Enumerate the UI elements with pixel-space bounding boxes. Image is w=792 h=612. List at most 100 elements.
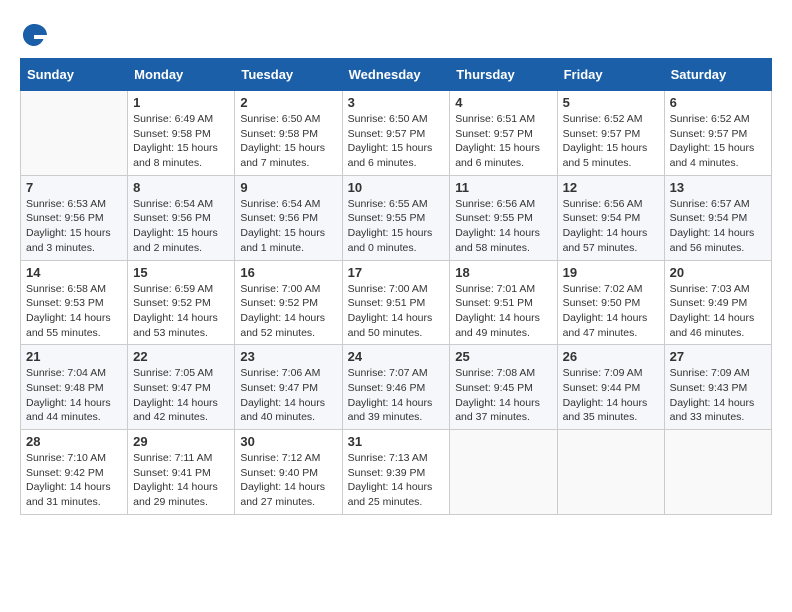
day-info: Sunrise: 6:55 AM Sunset: 9:55 PM Dayligh… — [348, 197, 445, 256]
day-info: Sunrise: 7:03 AM Sunset: 9:49 PM Dayligh… — [670, 282, 766, 341]
day-info: Sunrise: 6:56 AM Sunset: 9:54 PM Dayligh… — [563, 197, 659, 256]
day-info: Sunrise: 7:01 AM Sunset: 9:51 PM Dayligh… — [455, 282, 551, 341]
day-info: Sunrise: 6:50 AM Sunset: 9:57 PM Dayligh… — [348, 112, 445, 171]
calendar-cell: 9 Sunrise: 6:54 AM Sunset: 9:56 PM Daylig… — [235, 175, 342, 260]
day-info: Sunrise: 7:10 AM Sunset: 9:42 PM Dayligh… — [26, 451, 122, 510]
day-number: 19 — [563, 265, 659, 280]
calendar-week-row: 14Sunrise: 6:58 AM Sunset: 9:53 PM Dayli… — [21, 260, 772, 345]
calendar-cell: 28 Sunrise: 7:10 AM Sunset: 9:42 PM Dayli… — [21, 430, 128, 515]
calendar-week-row: 21 Sunrise: 7:04 AM Sunset: 9:48 PM Dayli… — [21, 345, 772, 430]
calendar-cell: 26 Sunrise: 7:09 AM Sunset: 9:44 PM Dayli… — [557, 345, 664, 430]
calendar-cell: 18 Sunrise: 7:01 AM Sunset: 9:51 PM Dayli… — [450, 260, 557, 345]
calendar-cell: 15 Sunrise: 6:59 AM Sunset: 9:52 PM Dayli… — [128, 260, 235, 345]
calendar-week-row: 1 Sunrise: 6:49 AM Sunset: 9:58 PM Daylig… — [21, 91, 772, 176]
day-number: 7 — [26, 180, 122, 195]
calendar-cell: 23 Sunrise: 7:06 AM Sunset: 9:47 PM Dayli… — [235, 345, 342, 430]
day-number: 28 — [26, 434, 122, 449]
day-number: 9 — [240, 180, 336, 195]
calendar-cell — [664, 430, 771, 515]
day-number: 8 — [133, 180, 229, 195]
day-info: Sunrise: 6:50 AM Sunset: 9:58 PM Dayligh… — [240, 112, 336, 171]
page-header — [20, 20, 772, 48]
day-number: 4 — [455, 95, 551, 110]
calendar-cell: 5 Sunrise: 6:52 AM Sunset: 9:57 PM Daylig… — [557, 91, 664, 176]
column-header-monday: Monday — [128, 59, 235, 91]
day-number: 3 — [348, 95, 445, 110]
calendar-cell: 27Sunrise: 7:09 AM Sunset: 9:43 PM Dayli… — [664, 345, 771, 430]
day-number: 23 — [240, 349, 336, 364]
day-number: 21 — [26, 349, 122, 364]
calendar-cell: 24 Sunrise: 7:07 AM Sunset: 9:46 PM Dayli… — [342, 345, 450, 430]
day-info: Sunrise: 7:00 AM Sunset: 9:51 PM Dayligh… — [348, 282, 445, 341]
day-number: 18 — [455, 265, 551, 280]
day-info: Sunrise: 7:00 AM Sunset: 9:52 PM Dayligh… — [240, 282, 336, 341]
logo-icon — [20, 20, 48, 48]
day-info: Sunrise: 7:07 AM Sunset: 9:46 PM Dayligh… — [348, 366, 445, 425]
column-header-thursday: Thursday — [450, 59, 557, 91]
calendar-cell — [557, 430, 664, 515]
day-info: Sunrise: 7:12 AM Sunset: 9:40 PM Dayligh… — [240, 451, 336, 510]
calendar-cell: 29Sunrise: 7:11 AM Sunset: 9:41 PM Dayli… — [128, 430, 235, 515]
day-number: 27 — [670, 349, 766, 364]
calendar-cell: 10 Sunrise: 6:55 AM Sunset: 9:55 PM Dayli… — [342, 175, 450, 260]
day-info: Sunrise: 7:13 AM Sunset: 9:39 PM Dayligh… — [348, 451, 445, 510]
day-info: Sunrise: 6:56 AM Sunset: 9:55 PM Dayligh… — [455, 197, 551, 256]
day-info: Sunrise: 6:58 AM Sunset: 9:53 PM Dayligh… — [26, 282, 122, 341]
day-number: 13 — [670, 180, 766, 195]
column-header-friday: Friday — [557, 59, 664, 91]
day-number: 10 — [348, 180, 445, 195]
day-number: 6 — [670, 95, 766, 110]
day-info: Sunrise: 7:02 AM Sunset: 9:50 PM Dayligh… — [563, 282, 659, 341]
calendar-cell — [21, 91, 128, 176]
day-number: 1 — [133, 95, 229, 110]
calendar-cell: 19 Sunrise: 7:02 AM Sunset: 9:50 PM Dayli… — [557, 260, 664, 345]
calendar-cell: 2 Sunrise: 6:50 AM Sunset: 9:58 PM Daylig… — [235, 91, 342, 176]
calendar-cell: 1 Sunrise: 6:49 AM Sunset: 9:58 PM Daylig… — [128, 91, 235, 176]
day-info: Sunrise: 7:06 AM Sunset: 9:47 PM Dayligh… — [240, 366, 336, 425]
calendar-cell: 12Sunrise: 6:56 AM Sunset: 9:54 PM Dayli… — [557, 175, 664, 260]
calendar-cell: 22Sunrise: 7:05 AM Sunset: 9:47 PM Dayli… — [128, 345, 235, 430]
day-number: 2 — [240, 95, 336, 110]
day-number: 11 — [455, 180, 551, 195]
day-number: 5 — [563, 95, 659, 110]
day-number: 29 — [133, 434, 229, 449]
calendar-week-row: 28 Sunrise: 7:10 AM Sunset: 9:42 PM Dayli… — [21, 430, 772, 515]
day-info: Sunrise: 6:52 AM Sunset: 9:57 PM Dayligh… — [563, 112, 659, 171]
day-info: Sunrise: 7:05 AM Sunset: 9:47 PM Dayligh… — [133, 366, 229, 425]
day-number: 16 — [240, 265, 336, 280]
day-number: 15 — [133, 265, 229, 280]
logo — [20, 20, 50, 48]
day-info: Sunrise: 6:51 AM Sunset: 9:57 PM Dayligh… — [455, 112, 551, 171]
day-info: Sunrise: 6:59 AM Sunset: 9:52 PM Dayligh… — [133, 282, 229, 341]
calendar-cell: 25Sunrise: 7:08 AM Sunset: 9:45 PM Dayli… — [450, 345, 557, 430]
day-info: Sunrise: 7:09 AM Sunset: 9:44 PM Dayligh… — [563, 366, 659, 425]
column-header-saturday: Saturday — [664, 59, 771, 91]
day-info: Sunrise: 6:52 AM Sunset: 9:57 PM Dayligh… — [670, 112, 766, 171]
day-number: 17 — [348, 265, 445, 280]
calendar-cell — [450, 430, 557, 515]
calendar-cell: 30Sunrise: 7:12 AM Sunset: 9:40 PM Dayli… — [235, 430, 342, 515]
day-number: 24 — [348, 349, 445, 364]
day-info: Sunrise: 7:04 AM Sunset: 9:48 PM Dayligh… — [26, 366, 122, 425]
day-info: Sunrise: 6:57 AM Sunset: 9:54 PM Dayligh… — [670, 197, 766, 256]
day-number: 26 — [563, 349, 659, 364]
calendar-cell: 7 Sunrise: 6:53 AM Sunset: 9:56 PM Daylig… — [21, 175, 128, 260]
day-number: 25 — [455, 349, 551, 364]
calendar-cell: 11 Sunrise: 6:56 AM Sunset: 9:55 PM Dayli… — [450, 175, 557, 260]
calendar-cell: 4 Sunrise: 6:51 AM Sunset: 9:57 PM Daylig… — [450, 91, 557, 176]
day-number: 20 — [670, 265, 766, 280]
day-info: Sunrise: 6:54 AM Sunset: 9:56 PM Dayligh… — [240, 197, 336, 256]
calendar-cell: 6 Sunrise: 6:52 AM Sunset: 9:57 PM Daylig… — [664, 91, 771, 176]
column-header-tuesday: Tuesday — [235, 59, 342, 91]
column-header-wednesday: Wednesday — [342, 59, 450, 91]
calendar-cell: 3 Sunrise: 6:50 AM Sunset: 9:57 PM Daylig… — [342, 91, 450, 176]
day-info: Sunrise: 6:53 AM Sunset: 9:56 PM Dayligh… — [26, 197, 122, 256]
calendar-cell: 14Sunrise: 6:58 AM Sunset: 9:53 PM Dayli… — [21, 260, 128, 345]
day-info: Sunrise: 6:54 AM Sunset: 9:56 PM Dayligh… — [133, 197, 229, 256]
calendar-cell: 31Sunrise: 7:13 AM Sunset: 9:39 PM Dayli… — [342, 430, 450, 515]
calendar-week-row: 7 Sunrise: 6:53 AM Sunset: 9:56 PM Daylig… — [21, 175, 772, 260]
column-header-sunday: Sunday — [21, 59, 128, 91]
day-info: Sunrise: 6:49 AM Sunset: 9:58 PM Dayligh… — [133, 112, 229, 171]
calendar-cell: 17 Sunrise: 7:00 AM Sunset: 9:51 PM Dayli… — [342, 260, 450, 345]
calendar-cell: 21 Sunrise: 7:04 AM Sunset: 9:48 PM Dayli… — [21, 345, 128, 430]
